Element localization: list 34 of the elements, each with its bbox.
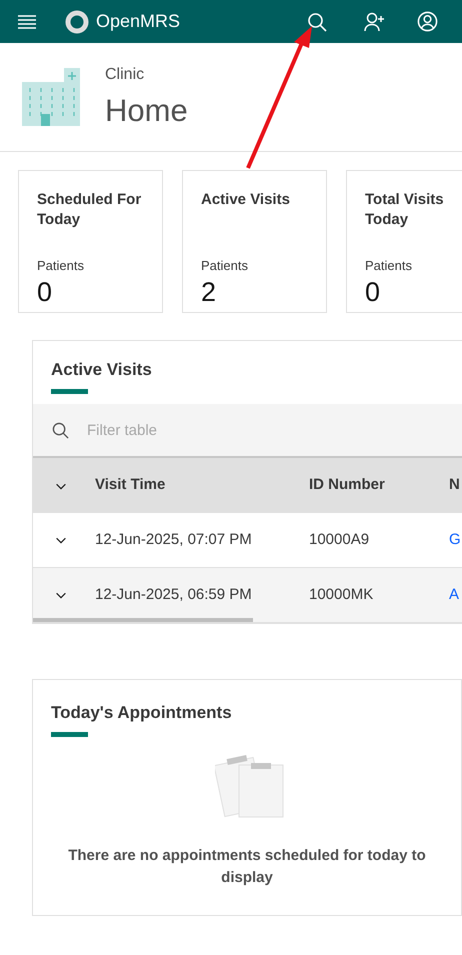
scrollbar[interactable] — [33, 618, 253, 622]
section-title: Active Visits — [51, 359, 153, 381]
metric-title: Active Visits — [201, 190, 291, 210]
patient-link[interactable]: A — [449, 584, 460, 606]
logo-icon — [64, 8, 90, 34]
metric-title: Scheduled For Today — [37, 190, 142, 230]
building-icon — [22, 68, 80, 126]
table-cell-text: 10000A9 — [309, 530, 370, 550]
column-header: ID Number — [309, 475, 386, 496]
user-avatar-icon[interactable] — [417, 11, 438, 32]
brand-name: OpenMRS — [96, 10, 180, 33]
metric-value: 0 — [37, 276, 54, 308]
metric-title: Total Visits Today — [365, 190, 445, 230]
search-icon — [52, 422, 69, 439]
metric-label: Patients — [201, 257, 249, 275]
menu-icon[interactable] — [17, 14, 37, 28]
table-cell-text: 12-Jun-2025, 06:59 PM — [95, 584, 253, 605]
search-icon[interactable] — [307, 12, 327, 32]
add-user-icon[interactable] — [364, 12, 386, 32]
column-header: N — [449, 475, 460, 496]
location-label: Clinic — [105, 65, 146, 85]
table-cell-text: 10000MK — [309, 584, 374, 605]
section-title: Today's Appointments — [51, 702, 233, 724]
table-row[interactable]: 12-Jun-2025, 06:59 PM 10000MK A — [33, 568, 462, 623]
filter-field[interactable]: Filter table — [33, 404, 462, 458]
metric-label: Patients — [37, 257, 85, 275]
metric-label: Patients — [365, 257, 413, 275]
patient-link[interactable]: G — [449, 528, 461, 552]
page-title: Home — [105, 92, 188, 130]
column-header: Visit Time — [95, 475, 166, 496]
metric-value: 2 — [201, 276, 218, 308]
empty-state-message: There are no appointments scheduled for today to display — [67, 846, 427, 888]
metric-value: 0 — [365, 276, 382, 308]
table-cell-text: 12-Jun-2025, 07:07 PM — [95, 530, 253, 550]
